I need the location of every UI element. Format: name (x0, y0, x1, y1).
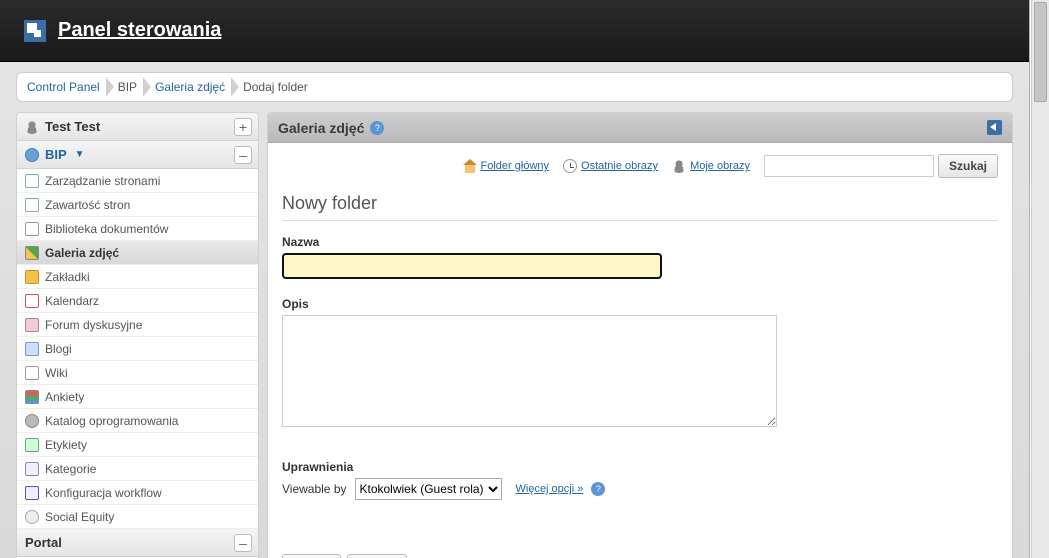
sidebar-item-pages[interactable]: Zarządzanie stronami (17, 169, 258, 193)
search-button[interactable]: Szukaj (938, 154, 998, 178)
forum-icon (25, 318, 39, 332)
collapse-button[interactable]: – (234, 146, 252, 164)
main-header: Galeria zdjęć (268, 113, 1012, 143)
person-icon (25, 120, 39, 134)
main-panel: Galeria zdjęć Folder główny Ostatnie obr… (267, 112, 1013, 558)
clock-icon (563, 159, 577, 173)
gallery-icon (25, 246, 39, 260)
sidebar-item-gallery[interactable]: Galeria zdjęć (17, 241, 258, 265)
sidebar-user-header: Test Test + (17, 113, 258, 141)
link-label: Moje obrazy (690, 160, 750, 172)
calendar-icon (25, 294, 39, 308)
form-title: Nowy folder (282, 193, 998, 214)
sidebar-item-documents[interactable]: Biblioteka dokumentów (17, 217, 258, 241)
chevron-down-icon: ▼ (75, 149, 85, 160)
bookmark-icon (25, 270, 39, 284)
search-input[interactable] (764, 155, 934, 177)
link-label: Ostatnie obrazy (581, 160, 658, 172)
sidebar: Test Test + BIP ▼ – Zarządzanie stronami… (16, 112, 259, 558)
page-title[interactable]: Panel sterowania (58, 19, 221, 42)
breadcrumb-current: Dodaj folder (243, 80, 308, 94)
link-recent-images[interactable]: Ostatnie obrazy (563, 159, 658, 173)
sidebar-item-softcatalog[interactable]: Katalog oprogramowania (17, 409, 258, 433)
window-scrollbar[interactable] (1031, 0, 1049, 558)
logo-icon (24, 20, 46, 42)
help-icon[interactable] (591, 482, 605, 496)
sidebar-item-categories[interactable]: Kategorie (17, 457, 258, 481)
equity-icon (25, 510, 39, 524)
gallery-toolbar: Folder główny Ostatnie obrazy Moje obraz… (282, 153, 998, 179)
person-icon (672, 159, 686, 173)
sidebar-user-name: Test Test (45, 119, 100, 134)
sidebar-portal-title: Portal (25, 535, 62, 550)
breadcrumb: Control Panel BIP Galeria zdjęć Dodaj fo… (16, 72, 1013, 102)
breadcrumb-gallery[interactable]: Galeria zdjęć (155, 80, 225, 94)
gear-icon (25, 414, 39, 428)
sidebar-item-label: Social Equity (45, 510, 114, 524)
sidebar-item-label: Wiki (45, 366, 68, 380)
save-button[interactable]: Zapisz (282, 554, 341, 558)
tag-icon (25, 438, 39, 452)
sidebar-site-name: BIP (45, 147, 67, 162)
category-icon (25, 462, 39, 476)
sidebar-item-label: Ankiety (45, 390, 84, 404)
sidebar-item-label: Blogi (45, 342, 72, 356)
back-icon[interactable] (987, 120, 1002, 135)
name-label: Nazwa (282, 235, 998, 249)
sidebar-item-bookmarks[interactable]: Zakładki (17, 265, 258, 289)
help-icon[interactable] (370, 121, 384, 135)
topbar: Panel sterowania (0, 0, 1029, 62)
desc-label: Opis (282, 297, 998, 311)
sidebar-item-polls[interactable]: Ankiety (17, 385, 258, 409)
globe-icon (25, 148, 39, 162)
sidebar-portal-header[interactable]: Portal – (17, 529, 258, 557)
sidebar-item-label: Kalendarz (45, 294, 99, 308)
sidebar-item-label: Zarządzanie stronami (45, 174, 160, 188)
wiki-icon (25, 366, 39, 380)
sidebar-item-label: Katalog oprogramowania (45, 414, 178, 428)
permissions-label: Uprawnienia (282, 460, 998, 474)
sidebar-item-calendar[interactable]: Kalendarz (17, 289, 258, 313)
sidebar-item-wiki[interactable]: Wiki (17, 361, 258, 385)
sidebar-item-webcontent[interactable]: Zawartość stron (17, 193, 258, 217)
sidebar-item-label: Galeria zdjęć (45, 246, 119, 260)
sidebar-item-forum[interactable]: Forum dyskusyjne (17, 313, 258, 337)
link-my-images[interactable]: Moje obrazy (672, 159, 750, 173)
sidebar-site-header[interactable]: BIP ▼ – (17, 141, 258, 169)
cancel-button[interactable]: Anuluj (347, 554, 406, 558)
sidebar-item-label: Biblioteka dokumentów (45, 222, 168, 236)
sidebar-item-blogs[interactable]: Blogi (17, 337, 258, 361)
desc-textarea[interactable] (282, 315, 777, 427)
sidebar-item-label: Zawartość stron (45, 198, 130, 212)
workflow-icon (25, 486, 39, 500)
sidebar-list: Zarządzanie stronami Zawartość stron Bib… (17, 169, 258, 529)
sidebar-item-label: Forum dyskusyjne (45, 318, 142, 332)
sidebar-item-workflow[interactable]: Konfiguracja workflow (17, 481, 258, 505)
breadcrumb-site: BIP (118, 80, 137, 94)
sidebar-item-label: Etykiety (45, 438, 87, 452)
more-options-link[interactable]: Więcej opcji » (516, 483, 584, 495)
collapse-portal-button[interactable]: – (234, 534, 252, 552)
page-icon (25, 174, 39, 188)
link-root-folder[interactable]: Folder główny (463, 159, 549, 173)
link-label: Folder główny (481, 160, 549, 172)
sidebar-item-label: Konfiguracja workflow (45, 486, 162, 500)
doc-icon (25, 222, 39, 236)
separator (282, 220, 998, 221)
add-button[interactable]: + (234, 118, 252, 136)
viewable-by-select[interactable]: Ktokolwiek (Guest rola) (355, 478, 502, 500)
home-icon (463, 159, 477, 173)
poll-icon (25, 390, 39, 404)
main-title: Galeria zdjęć (278, 120, 364, 136)
breadcrumb-control-panel[interactable]: Control Panel (27, 80, 100, 94)
sidebar-item-label: Kategorie (45, 462, 96, 476)
name-input[interactable] (282, 253, 662, 279)
blog-icon (25, 342, 39, 356)
scrollbar-thumb[interactable] (1034, 2, 1047, 102)
page-icon (25, 198, 39, 212)
sidebar-item-socialequity[interactable]: Social Equity (17, 505, 258, 529)
sidebar-item-tags[interactable]: Etykiety (17, 433, 258, 457)
sidebar-item-label: Zakładki (45, 270, 90, 284)
viewable-by-label: Viewable by (282, 482, 347, 496)
